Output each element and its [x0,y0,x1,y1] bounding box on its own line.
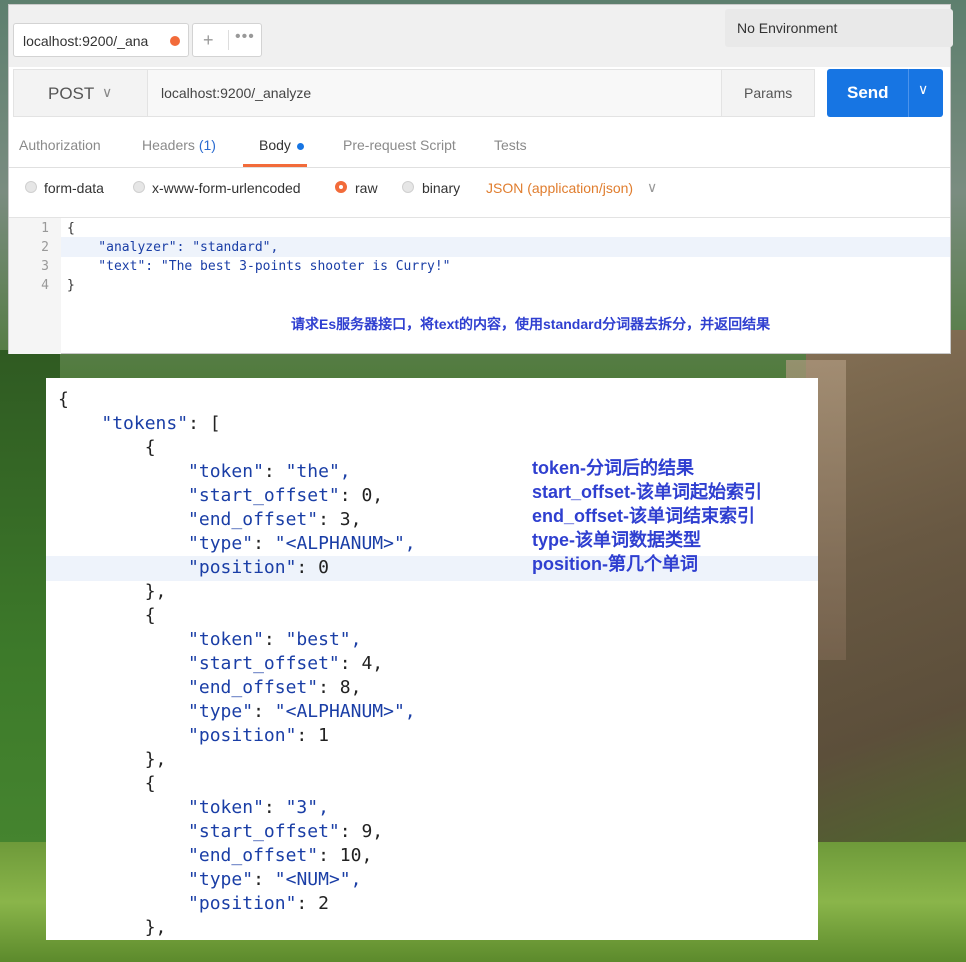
radio-raw[interactable] [335,181,347,193]
request-url-bar: POST ∨ localhost:9200/_analyze Params Se… [13,69,949,121]
request-body-editor[interactable]: 1 2 3 4 { "analyzer": "standard", "text"… [9,217,950,354]
tab-body-label: Body [259,137,291,153]
environment-label: No Environment [737,20,838,36]
response-line: "end_offset": 8, [188,677,362,698]
response-line: "position": 1 [188,725,329,746]
send-label: Send [847,83,889,102]
response-line: "position": 2 [188,893,329,914]
response-line: { [58,437,156,458]
annotation-end-offset: end_offset-该单词结束索引 [532,506,756,526]
response-line: "position": 0 [188,557,329,578]
response-line: "end_offset": 10, [188,845,373,866]
response-line: }, [58,581,167,602]
body-active-dot-icon [296,142,304,150]
radio-form-data[interactable] [25,181,37,193]
new-tab-plus-icon[interactable]: + [203,30,214,51]
tab-bar: localhost:9200/_ana + ••• No Environment [9,5,953,67]
code-line: "text": "The best 3-points shooter is Cu… [67,259,451,274]
radio-urlencoded[interactable] [133,181,145,193]
response-line: "start_offset": 0, [188,485,384,506]
annotation-token: token-分词后的结果 [532,458,694,478]
tab-authorization[interactable]: Authorization [19,137,101,153]
response-line: "start_offset": 4, [188,653,384,674]
code-line: } [67,278,75,293]
url-text: localhost:9200/_analyze [161,85,312,101]
line-number: 2 [41,240,49,255]
tab-actions: + ••• [192,23,262,57]
environment-select[interactable]: No Environment [725,9,953,47]
more-tabs-icon[interactable]: ••• [235,28,255,46]
line-number: 3 [41,259,49,274]
response-line: }, [58,749,167,770]
response-line: "token": "best", [188,629,362,650]
request-annotation: 请求Es服务器接口，将text的内容，使用standard分词器去拆分，并返回结… [291,316,771,332]
method-select[interactable]: POST ∨ [13,69,148,117]
annotation-position: position-第几个单词 [532,554,698,574]
binary-label: binary [422,180,461,196]
response-line: "type": "<ALPHANUM>", [188,701,416,722]
method-label: POST [48,84,95,103]
tab-body[interactable]: Body [259,137,304,153]
unsaved-dot-icon [170,36,180,46]
response-line: }, [58,917,167,938]
form-data-label: form-data [44,180,104,196]
annotation-start-offset: start_offset-该单词起始索引 [532,482,763,502]
request-tab[interactable]: localhost:9200/_ana [13,23,189,57]
radio-binary[interactable] [402,181,414,193]
code-line: "analyzer": "standard", [67,240,279,255]
postman-window: localhost:9200/_ana + ••• No Environment… [8,4,953,354]
line-number: 1 [41,221,49,236]
response-panel: { "tokens": [ { "token": "the", "start_o… [46,378,818,940]
response-line: "type": "<ALPHANUM>", [188,533,416,554]
send-options-chevron-icon[interactable]: ∨ [918,81,928,98]
url-input[interactable]: localhost:9200/_analyze [148,69,722,117]
tab-tests[interactable]: Tests [494,137,527,153]
raw-label: raw [355,180,378,196]
chevron-down-icon: ∨ [647,179,658,195]
editor-gutter: 1 2 3 4 [9,218,61,354]
params-label: Params [744,85,793,101]
response-line: "token": "3", [188,797,329,818]
urlencoded-label: x-www-form-urlencoded [152,180,301,196]
response-line: "tokens": [ [101,413,221,434]
response-line: "token": "the", [188,461,351,482]
response-line: "start_offset": 9, [188,821,384,842]
response-line: "type": "<NUM>", [188,869,362,890]
headers-count: (1) [198,137,216,153]
tab-headers-label: Headers [142,137,195,153]
request-subtabs: Authorization Headers (1) Body Pre-reque… [9,127,950,168]
params-button[interactable]: Params [721,69,815,117]
content-type-select[interactable]: JSON (application/json) [486,180,633,196]
response-line: { [58,605,156,626]
request-tab-label: localhost:9200/_ana [23,33,149,49]
divider [228,30,229,50]
response-line: { [58,773,156,794]
line-number: 4 [41,278,49,293]
divider [908,69,909,117]
code-line: { [67,221,75,236]
tab-headers[interactable]: Headers (1) [142,137,216,153]
active-tab-underline [243,164,307,167]
body-type-options: form-data x-www-form-urlencoded raw bina… [9,171,950,211]
tab-prerequest-script[interactable]: Pre-request Script [343,137,456,153]
chevron-down-icon: ∨ [102,84,113,100]
send-button[interactable]: Send ∨ [827,69,943,117]
response-line: "end_offset": 3, [188,509,362,530]
response-line: { [58,389,69,410]
annotation-type: type-该单词数据类型 [532,530,702,550]
